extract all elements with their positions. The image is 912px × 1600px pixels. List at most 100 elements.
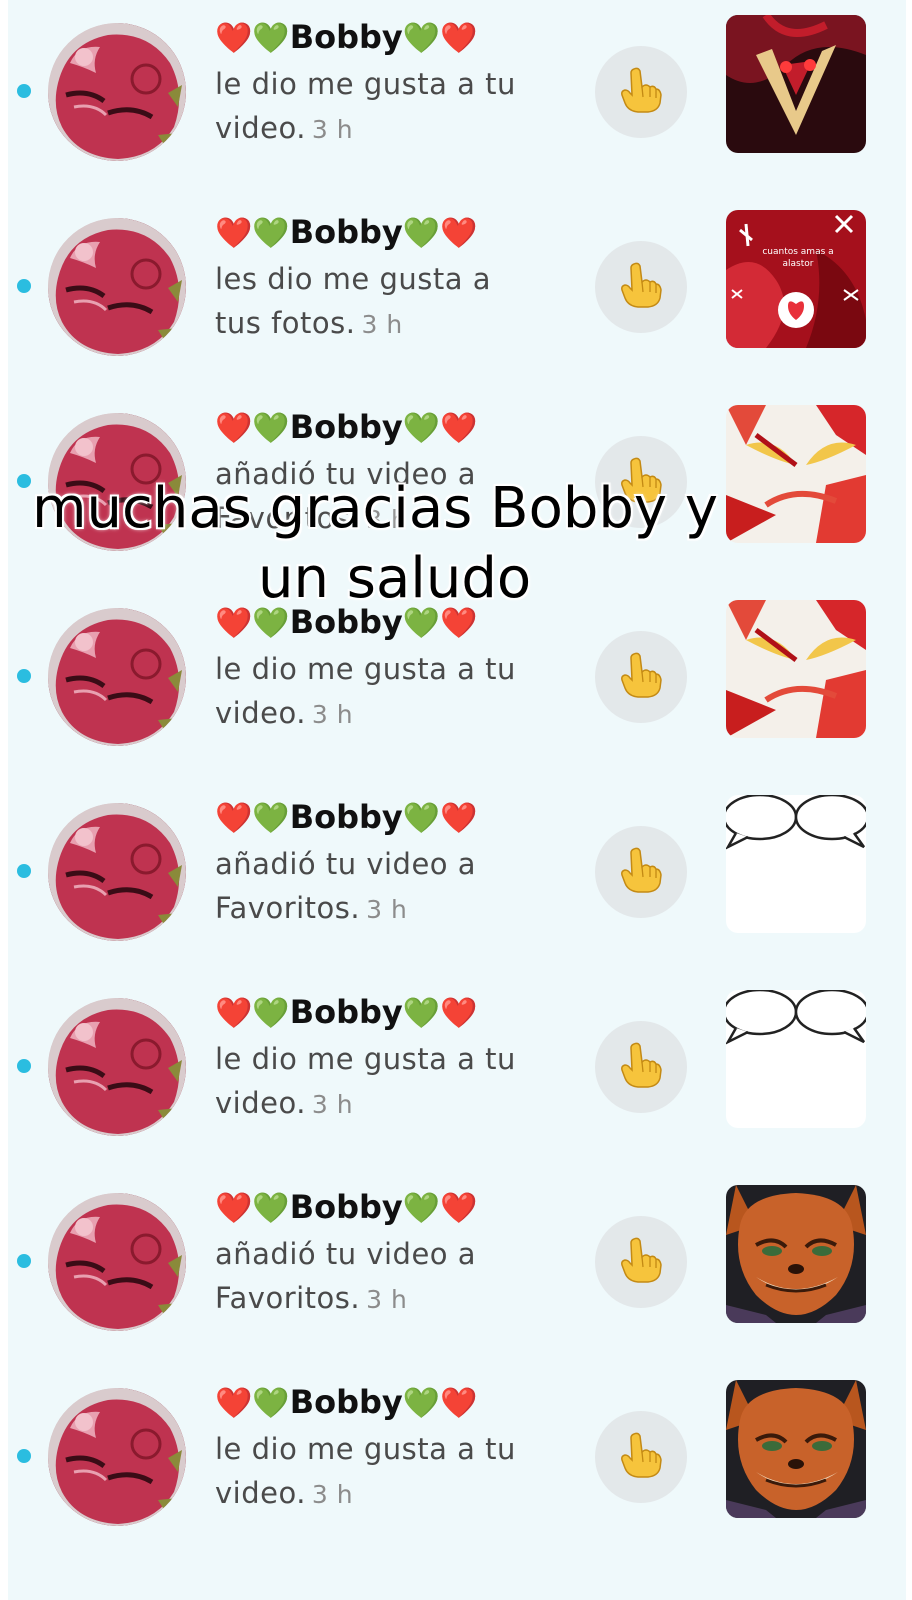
video-thumbnail[interactable] bbox=[726, 990, 866, 1128]
notification-username[interactable]: ❤️💚Bobby💚❤️ bbox=[215, 209, 575, 257]
pointing-hand-icon bbox=[616, 65, 666, 119]
green-heart-icon: 💚 bbox=[402, 1191, 441, 1226]
notification-message-continued: tus fotos. 3 h bbox=[215, 306, 403, 340]
user-avatar[interactable] bbox=[48, 998, 186, 1136]
notification-username[interactable]: ❤️💚Bobby💚❤️ bbox=[215, 1184, 575, 1232]
notification-username[interactable]: ❤️💚Bobby💚❤️ bbox=[215, 1379, 575, 1427]
green-heart-icon: 💚 bbox=[402, 1386, 441, 1421]
like-back-button[interactable] bbox=[595, 1021, 687, 1113]
notification-item[interactable]: ❤️💚Bobby💚❤️ le dio me gusta a tu video. 3 h bbox=[8, 975, 906, 1170]
green-heart-icon: 💚 bbox=[252, 1191, 290, 1226]
red-heart-icon: ❤️ bbox=[215, 1191, 253, 1226]
svg-text:alastor: alastor bbox=[783, 259, 814, 269]
notification-time: 3 h bbox=[361, 310, 403, 339]
notification-message: les dio me gusta a bbox=[215, 262, 491, 296]
notification-message-continued: Favoritos. 3 h bbox=[215, 891, 408, 925]
pointing-hand-icon bbox=[616, 650, 666, 704]
red-heart-icon: ❤️ bbox=[440, 1386, 478, 1421]
notification-time: 3 h bbox=[311, 1090, 354, 1119]
red-heart-icon: ❤️ bbox=[440, 21, 478, 56]
video-thumbnail[interactable] bbox=[726, 795, 866, 933]
left-edge bbox=[0, 0, 8, 1600]
notification-item[interactable]: ❤️💚Bobby💚❤️ le dio me gusta a tu video. 3 h bbox=[8, 585, 906, 780]
notification-message-continued: video. 3 h bbox=[215, 111, 354, 145]
green-heart-icon: 💚 bbox=[252, 21, 290, 56]
notification-item[interactable]: ❤️💚Bobby💚❤️ le dio me gusta a tu video. 3 h bbox=[8, 1365, 906, 1560]
notification-username[interactable]: ❤️💚Bobby💚❤️ bbox=[215, 989, 575, 1037]
notification-item[interactable]: ❤️💚Bobby💚❤️ añadió tu video a Favoritos. 3 … bbox=[8, 1170, 906, 1365]
like-back-button[interactable] bbox=[595, 631, 687, 723]
green-heart-icon: 💚 bbox=[402, 21, 441, 56]
unread-dot bbox=[17, 1254, 31, 1268]
notification-message: le dio me gusta a tu bbox=[215, 67, 516, 101]
user-avatar[interactable] bbox=[48, 218, 186, 356]
notification-username[interactable]: ❤️💚Bobby💚❤️ bbox=[215, 14, 575, 62]
like-back-button[interactable] bbox=[595, 1411, 687, 1503]
red-heart-icon: ❤️ bbox=[440, 216, 478, 251]
notification-time: 3 h bbox=[311, 115, 354, 144]
unread-dot bbox=[17, 84, 31, 98]
user-avatar[interactable] bbox=[48, 803, 186, 941]
green-heart-icon: 💚 bbox=[252, 996, 290, 1031]
notification-text: ❤️💚Bobby💚❤️ añadió tu video a Favoritos. 3 … bbox=[215, 794, 575, 932]
user-avatar[interactable] bbox=[48, 1193, 186, 1331]
green-heart-icon: 💚 bbox=[252, 411, 290, 446]
green-heart-icon: 💚 bbox=[252, 801, 290, 836]
notification-time: 3 h bbox=[311, 700, 354, 729]
video-thumbnail[interactable] bbox=[726, 600, 866, 738]
green-heart-icon: 💚 bbox=[402, 411, 441, 446]
notification-item[interactable]: ❤️💚Bobby💚❤️ añadió tu video a Favoritos. 3 … bbox=[8, 780, 906, 975]
pointing-hand-icon bbox=[616, 260, 666, 314]
username-text: Bobby bbox=[289, 798, 403, 836]
notification-username[interactable]: ❤️💚Bobby💚❤️ bbox=[215, 794, 575, 842]
notification-username[interactable]: ❤️💚Bobby💚❤️ bbox=[215, 404, 575, 452]
username-text: Bobby bbox=[289, 213, 403, 251]
video-overlay-caption: muchas gracias Bobby y un saludo bbox=[0, 474, 912, 614]
video-thumbnail[interactable] bbox=[726, 1380, 866, 1518]
username-text: Bobby bbox=[289, 1188, 403, 1226]
pointing-hand-icon bbox=[616, 1040, 666, 1094]
red-heart-icon: ❤️ bbox=[215, 411, 253, 446]
notification-time: 3 h bbox=[366, 895, 408, 924]
username-text: Bobby bbox=[289, 1383, 403, 1421]
like-back-button[interactable] bbox=[595, 241, 687, 333]
video-thumbnail[interactable] bbox=[726, 15, 866, 153]
unread-dot bbox=[17, 864, 31, 878]
username-text: Bobby bbox=[289, 18, 403, 56]
user-avatar[interactable] bbox=[48, 608, 186, 746]
red-heart-icon: ❤️ bbox=[215, 216, 253, 251]
like-back-button[interactable] bbox=[595, 826, 687, 918]
notification-message: añadió tu video a bbox=[215, 847, 477, 881]
overlay-caption-line-2: un saludo bbox=[258, 546, 532, 611]
red-heart-icon: ❤️ bbox=[440, 996, 478, 1031]
notification-message-continued: video. 3 h bbox=[215, 1086, 354, 1120]
red-heart-icon: ❤️ bbox=[440, 1191, 478, 1226]
red-heart-icon: ❤️ bbox=[215, 996, 253, 1031]
unread-dot bbox=[17, 279, 31, 293]
user-avatar[interactable] bbox=[48, 1388, 186, 1526]
notification-time: 3 h bbox=[366, 1285, 408, 1314]
notification-text: ❤️💚Bobby💚❤️ añadió tu video a Favoritos. 3 … bbox=[215, 1184, 575, 1322]
notifications-screen: ❤️💚Bobby💚❤️ le dio me gusta a tu video. 3 h… bbox=[0, 0, 912, 1600]
unread-dot bbox=[17, 1449, 31, 1463]
like-back-button[interactable] bbox=[595, 46, 687, 138]
notification-text: ❤️💚Bobby💚❤️ les dio me gusta a tus fotos. 3… bbox=[215, 209, 575, 347]
pointing-hand-icon bbox=[616, 845, 666, 899]
notification-message: le dio me gusta a tu bbox=[215, 1042, 516, 1076]
notification-item[interactable]: ❤️💚Bobby💚❤️ les dio me gusta a tus fotos. 3… bbox=[8, 195, 906, 390]
video-thumbnail[interactable]: cuantos amas a alastor bbox=[726, 210, 866, 348]
pointing-hand-icon bbox=[616, 1430, 666, 1484]
red-heart-icon: ❤️ bbox=[440, 411, 478, 446]
notification-text: ❤️💚Bobby💚❤️ le dio me gusta a tu video. 3 h bbox=[215, 989, 575, 1127]
like-back-button[interactable] bbox=[595, 1216, 687, 1308]
video-thumbnail[interactable] bbox=[726, 1185, 866, 1323]
green-heart-icon: 💚 bbox=[402, 216, 441, 251]
svg-text:cuantos amas a: cuantos amas a bbox=[762, 247, 833, 257]
overlay-caption-line-1: muchas gracias Bobby y bbox=[32, 476, 718, 541]
notification-text: ❤️💚Bobby💚❤️ le dio me gusta a tu video. 3 h bbox=[215, 599, 575, 737]
green-heart-icon: 💚 bbox=[402, 996, 441, 1031]
user-avatar[interactable] bbox=[48, 23, 186, 161]
notification-item[interactable]: ❤️💚Bobby💚❤️ le dio me gusta a tu video. 3 h bbox=[8, 0, 906, 195]
notification-message: le dio me gusta a tu bbox=[215, 652, 516, 686]
notification-text: ❤️💚Bobby💚❤️ le dio me gusta a tu video. 3 h bbox=[215, 1379, 575, 1517]
